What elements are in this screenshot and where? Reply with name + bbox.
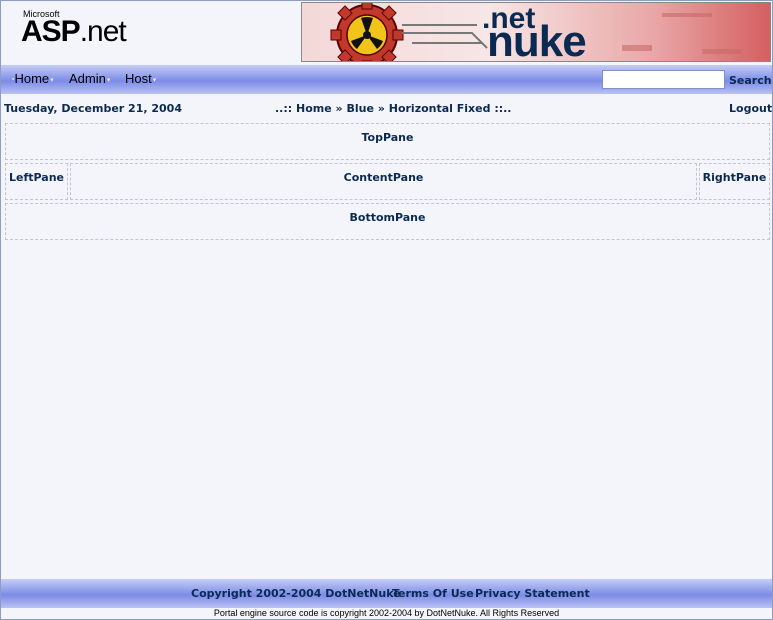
breadcrumb: ..:: Home » Blue » Horizontal Fixed ::..	[275, 102, 511, 115]
left-pane-label: LeftPane	[9, 171, 64, 184]
breadcrumb-separator: »	[335, 102, 343, 115]
breadcrumb-horizontal-fixed[interactable]: Horizontal Fixed	[389, 102, 491, 115]
chevron-down-icon: ▾	[50, 76, 54, 84]
logout-link[interactable]: Logout	[729, 102, 772, 115]
breadcrumb-blue[interactable]: Blue	[346, 102, 373, 115]
right-pane-label: RightPane	[702, 171, 767, 184]
terms-of-use-link[interactable]: Terms Of Use	[392, 587, 474, 600]
aspnet-logo-text: ASP.net	[21, 15, 127, 49]
left-pane: LeftPane	[5, 163, 68, 200]
menu-item-host-label: Host	[125, 71, 152, 86]
bottom-pane: BottomPane	[5, 203, 770, 240]
aspnet-logo[interactable]: Microsoft ASP.net	[21, 9, 161, 53]
breadcrumb-home[interactable]: Home	[296, 102, 332, 115]
nav-bar: ▪Home▾ Admin▾ Host▾ Search	[1, 65, 772, 94]
content-pane-label: ContentPane	[343, 171, 424, 184]
privacy-statement-link[interactable]: Privacy Statement	[475, 587, 590, 600]
breadcrumb-separator: »	[377, 102, 385, 115]
aspnet-logo-net: .net	[79, 15, 127, 48]
menu-item-admin-label: Admin	[69, 71, 106, 86]
dotnetnuke-banner[interactable]: .net nuke	[301, 2, 771, 62]
menu-item-home-label: Home	[14, 71, 50, 86]
search-button[interactable]: Search	[729, 74, 772, 87]
content-pane: ContentPane	[70, 163, 697, 200]
footer-bar: Copyright 2002-2004 DotNetNuke Terms Of …	[1, 579, 772, 608]
current-date: Tuesday, December 21, 2004	[4, 102, 182, 115]
header: Microsoft ASP.net .net nuke	[1, 1, 772, 65]
banner-nuke-text: nuke	[487, 17, 587, 62]
top-pane-label: TopPane	[361, 131, 414, 144]
bottom-pane-label: BottomPane	[349, 211, 426, 224]
breadcrumb-prefix: ..::	[275, 102, 293, 115]
chevron-down-icon: ▾	[106, 76, 111, 84]
breadcrumb-suffix: ::..	[494, 102, 512, 115]
menu-item-home[interactable]: ▪Home▾	[11, 71, 54, 86]
menu-item-admin[interactable]: Admin▾	[69, 71, 110, 86]
engine-copyright-note: Portal engine source code is copyright 2…	[213, 608, 560, 618]
search-input[interactable]	[602, 70, 725, 89]
aspnet-logo-asp: ASP	[21, 15, 81, 48]
chevron-down-icon: ▾	[152, 76, 157, 84]
top-pane: TopPane	[5, 123, 770, 160]
right-pane: RightPane	[699, 163, 770, 200]
menu-item-host[interactable]: Host▾	[125, 71, 156, 86]
copyright-link[interactable]: Copyright 2002-2004 DotNetNuke	[191, 587, 401, 600]
